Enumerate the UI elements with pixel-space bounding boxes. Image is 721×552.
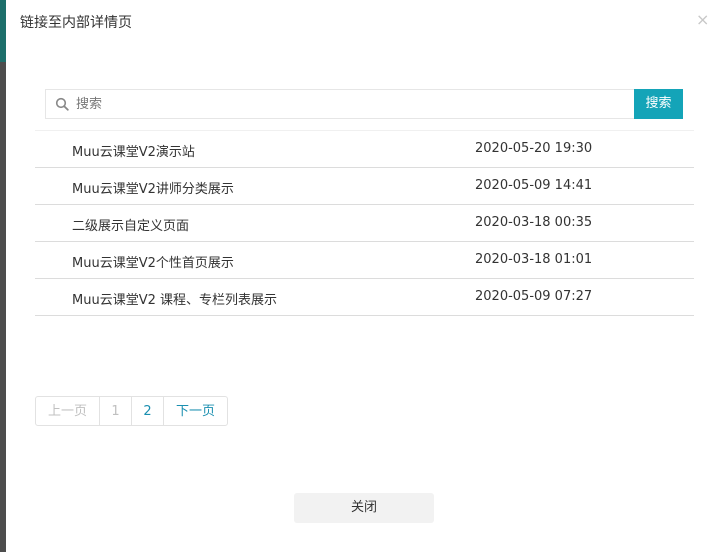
page-2-button[interactable]: 2 (131, 396, 164, 426)
link-dialog: 链接至内部详情页 × 搜索 Muu云课堂V2演示站 2020-05-20 19:… (6, 0, 721, 552)
page-list: Muu云课堂V2演示站 2020-05-20 19:30 Muu云课堂V2讲师分… (35, 130, 694, 316)
dialog-title: 链接至内部详情页 (20, 15, 132, 31)
item-name: Muu云课堂V2讲师分类展示 (72, 182, 234, 197)
page-1-button[interactable]: 1 (99, 396, 132, 426)
item-time: 2020-05-09 07:27 (475, 289, 593, 304)
item-name: Muu云课堂V2 课程、专栏列表展示 (72, 293, 277, 308)
close-button[interactable]: 关闭 (294, 493, 434, 523)
list-item[interactable]: 二级展示自定义页面 2020-03-18 00:35 (35, 205, 694, 242)
close-icon[interactable]: × (696, 11, 709, 29)
item-time: 2020-05-09 14:41 (475, 178, 593, 193)
search-button[interactable]: 搜索 (634, 89, 683, 119)
item-name: Muu云课堂V2个性首页展示 (72, 256, 234, 271)
prev-page-button: 上一页 (35, 396, 100, 426)
item-time: 2020-05-20 19:30 (475, 141, 593, 156)
item-time: 2020-03-18 00:35 (475, 215, 593, 230)
search-bar (45, 89, 683, 119)
list-item[interactable]: Muu云课堂V2讲师分类展示 2020-05-09 14:41 (35, 168, 694, 205)
list-item[interactable]: Muu云课堂V2个性首页展示 2020-03-18 01:01 (35, 242, 694, 279)
item-time: 2020-03-18 01:01 (475, 252, 593, 267)
pagination: 上一页 1 2 下一页 (35, 396, 228, 426)
list-item[interactable]: Muu云课堂V2 课程、专栏列表展示 2020-05-09 07:27 (35, 279, 694, 316)
search-icon (55, 97, 69, 111)
search-input[interactable] (76, 90, 636, 118)
item-name: Muu云课堂V2演示站 (72, 145, 195, 160)
next-page-button[interactable]: 下一页 (163, 396, 228, 426)
list-item[interactable]: Muu云课堂V2演示站 2020-05-20 19:30 (35, 131, 694, 168)
item-name: 二级展示自定义页面 (72, 219, 190, 234)
